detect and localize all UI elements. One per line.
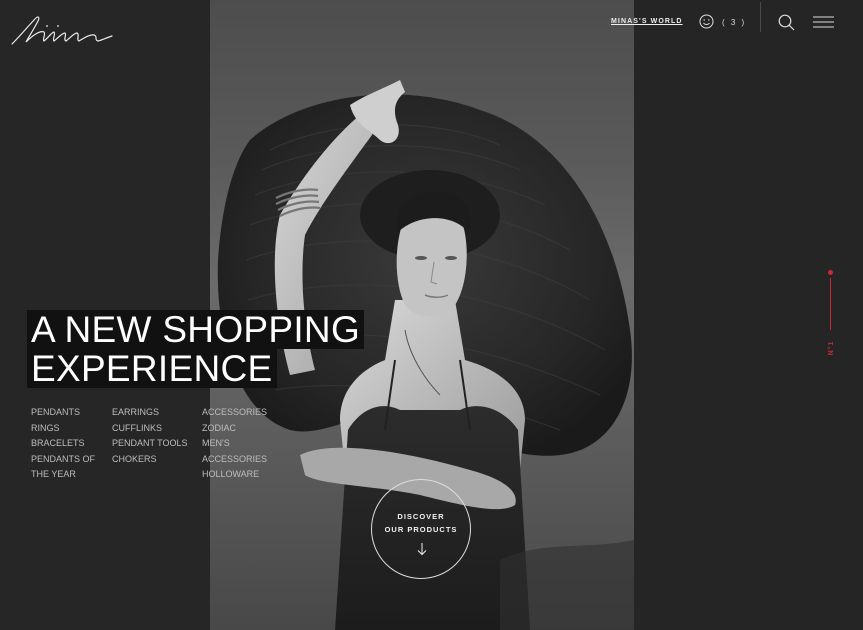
headline-line-2: EXPERIENCE [27,349,277,388]
slide-number: N°1 [827,340,835,356]
minas-world-link[interactable]: MINAS'S WORLD [611,18,683,25]
category-link-pendants-of-the-year[interactable]: PENDANTS OF THE YEAR [31,452,106,483]
category-link-earrings[interactable]: EARRINGS [112,405,202,421]
slide-indicator-line [830,278,831,330]
category-link-rings[interactable]: RINGS [31,421,106,437]
hero-headline: A NEW SHOPPING EXPERIENCE [27,310,365,388]
category-link-pendant-tools[interactable]: PENDANT TOOLS [112,436,202,452]
brand-logo[interactable] [10,14,114,48]
category-link-pendants[interactable]: PENDANTS [31,405,106,421]
category-link-cufflinks[interactable]: CUFFLINKS [112,421,202,437]
discover-label-line-2: OUR PRODUCTS [384,525,458,534]
search-icon[interactable] [778,14,795,31]
slide-indicator-dot [828,270,833,275]
discover-products-button[interactable]: DISCOVER OUR PRODUCTS [371,479,471,579]
header-divider [760,2,761,32]
category-link-bracelets[interactable]: BRACELETS [31,436,106,452]
category-link-accessories[interactable]: ACCESSORIES [202,405,287,421]
slide-indicator[interactable]: N°1 [824,270,838,360]
headline-line-1: A NEW SHOPPING [27,310,365,349]
category-column-2: EARRINGS CUFFLINKS PENDANT TOOLS CHOKERS [112,405,202,467]
smiley-icon[interactable] [699,14,714,29]
hamburger-menu-icon[interactable] [813,16,834,28]
arrow-down-icon [417,543,427,556]
cart-count[interactable]: ( 3 ) [722,18,746,27]
discover-label-line-1: DISCOVER [397,512,445,521]
category-link-zodiac[interactable]: ZODIAC [202,421,287,437]
category-link-mens[interactable]: MEN'S [202,436,287,452]
category-column-1: PENDANTS RINGS BRACELETS PENDANTS OF THE… [31,405,106,483]
category-column-3: ACCESSORIES ZODIAC MEN'S ACCESSORIES HOL… [202,405,287,483]
category-link-chokers[interactable]: CHOKERS [112,452,202,468]
category-link-accessories-holloware[interactable]: ACCESSORIES HOLLOWARE [202,452,287,483]
